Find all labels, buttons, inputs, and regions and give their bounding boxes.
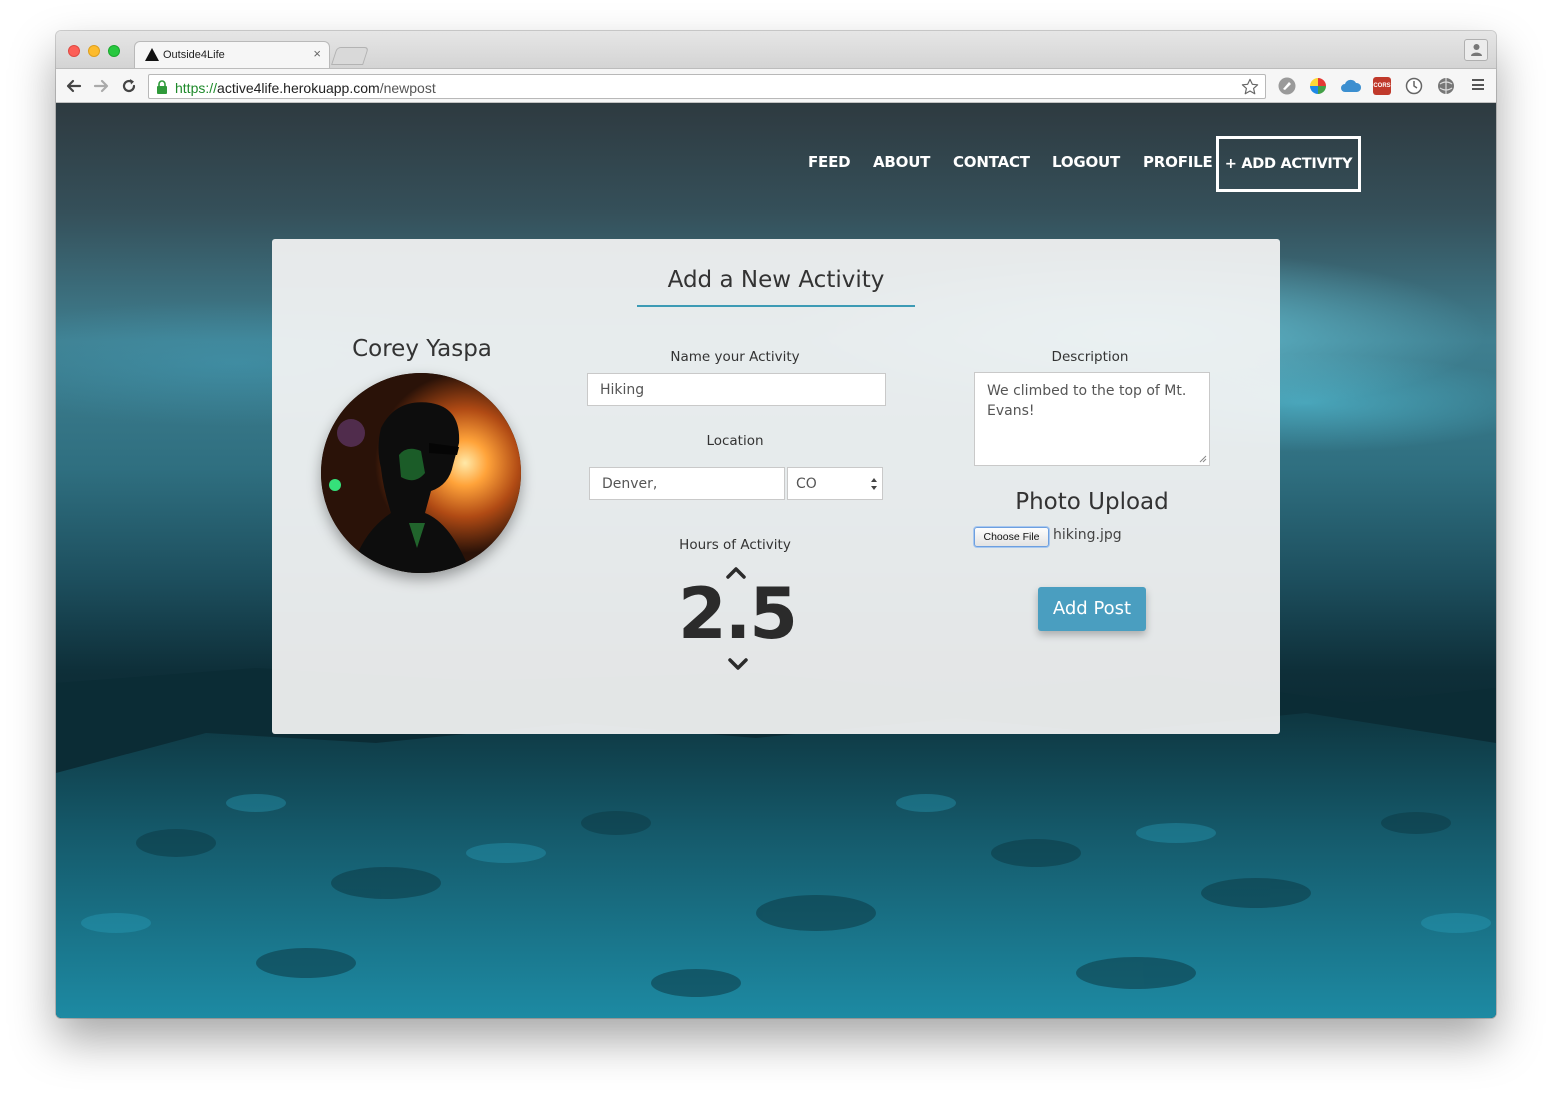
- person-icon: [1471, 44, 1482, 56]
- city-input[interactable]: Denver,: [589, 467, 785, 500]
- avatar-photo: [321, 373, 521, 573]
- activity-name-label: Name your Activity: [670, 349, 800, 365]
- add-post-button[interactable]: Add Post: [1038, 587, 1146, 631]
- globe-icon[interactable]: [1437, 77, 1455, 95]
- resize-grip-icon[interactable]: [1199, 455, 1207, 463]
- back-arrow-icon: [66, 79, 82, 93]
- browser-toolbar: https://active4life.herokuapp.com/newpos…: [56, 68, 1496, 103]
- url-text: https://active4life.herokuapp.com/newpos…: [175, 80, 436, 96]
- bookmark-star-icon[interactable]: [1241, 78, 1259, 96]
- browser-window: Outside4Life × https://active4life.herok…: [56, 31, 1496, 1018]
- hours-label: Hours of Activity: [679, 537, 791, 553]
- url-scheme: https://: [175, 80, 218, 96]
- reload-button[interactable]: [119, 76, 139, 96]
- title-underline: [637, 305, 915, 307]
- state-select[interactable]: CO: [787, 467, 883, 500]
- tab-title: Outside4Life: [163, 49, 225, 61]
- choose-file-button[interactable]: Choose File: [974, 527, 1049, 547]
- add-activity-button[interactable]: + ADD ACTIVITY: [1216, 136, 1361, 192]
- minimize-window-button[interactable]: [88, 45, 100, 57]
- tab-bar: Outside4Life ×: [56, 31, 1496, 68]
- forward-arrow-icon: [93, 79, 109, 93]
- lock-icon: [157, 80, 167, 94]
- url-path: /newpost: [379, 80, 436, 96]
- photo-upload-heading: Photo Upload: [1015, 489, 1169, 515]
- nav-logout-link[interactable]: LOGOUT: [1052, 153, 1120, 171]
- avatar: [321, 373, 521, 573]
- cloud-icon[interactable]: [1340, 77, 1362, 95]
- tab-close-icon[interactable]: ×: [313, 47, 321, 61]
- hours-value: 2.5: [677, 573, 798, 655]
- activity-name-input[interactable]: Hiking: [587, 373, 886, 406]
- state-select-value: CO: [796, 475, 817, 492]
- description-label: Description: [1051, 349, 1129, 365]
- page-title: Add a New Activity: [667, 267, 885, 293]
- nav-contact-link[interactable]: CONTACT: [953, 153, 1030, 171]
- zoom-window-button[interactable]: [108, 45, 120, 57]
- url-host: active4life.herokuapp.com: [217, 80, 380, 96]
- feedly-icon[interactable]: [1278, 77, 1296, 95]
- reload-icon: [122, 79, 136, 93]
- color-wheel-icon[interactable]: [1309, 77, 1327, 95]
- hours-decrement-icon[interactable]: [727, 657, 749, 671]
- new-activity-card: Add a New Activity Corey Yaspa Name your…: [272, 239, 1280, 734]
- description-text: We climbed to the top of Mt. Evans!: [987, 383, 1187, 419]
- mountain-favicon-icon: [145, 48, 159, 61]
- close-window-button[interactable]: [68, 45, 80, 57]
- select-arrows-icon: [871, 478, 877, 490]
- browser-profile-button[interactable]: [1464, 39, 1488, 61]
- browser-tab[interactable]: Outside4Life ×: [134, 41, 330, 68]
- browser-menu-icon[interactable]: [1472, 79, 1484, 91]
- clock-icon[interactable]: [1405, 77, 1423, 95]
- address-bar[interactable]: https://active4life.herokuapp.com/newpos…: [148, 74, 1266, 99]
- nav-profile-link[interactable]: PROFILE: [1143, 153, 1213, 171]
- nav-about-link[interactable]: ABOUT: [873, 153, 930, 171]
- nav-feed-link[interactable]: FEED: [808, 153, 851, 171]
- forward-button[interactable]: [91, 76, 111, 96]
- description-textarea[interactable]: We climbed to the top of Mt. Evans!: [974, 372, 1210, 466]
- user-name: Corey Yaspa: [352, 336, 492, 362]
- page-viewport: FEED ABOUT CONTACT LOGOUT PROFILE + ADD …: [56, 103, 1496, 1018]
- new-tab-button[interactable]: [331, 47, 369, 65]
- selected-file-name: hiking.jpg: [1053, 527, 1122, 543]
- cors-icon[interactable]: CORS: [1373, 77, 1391, 95]
- location-label: Location: [706, 433, 764, 449]
- back-button[interactable]: [64, 76, 84, 96]
